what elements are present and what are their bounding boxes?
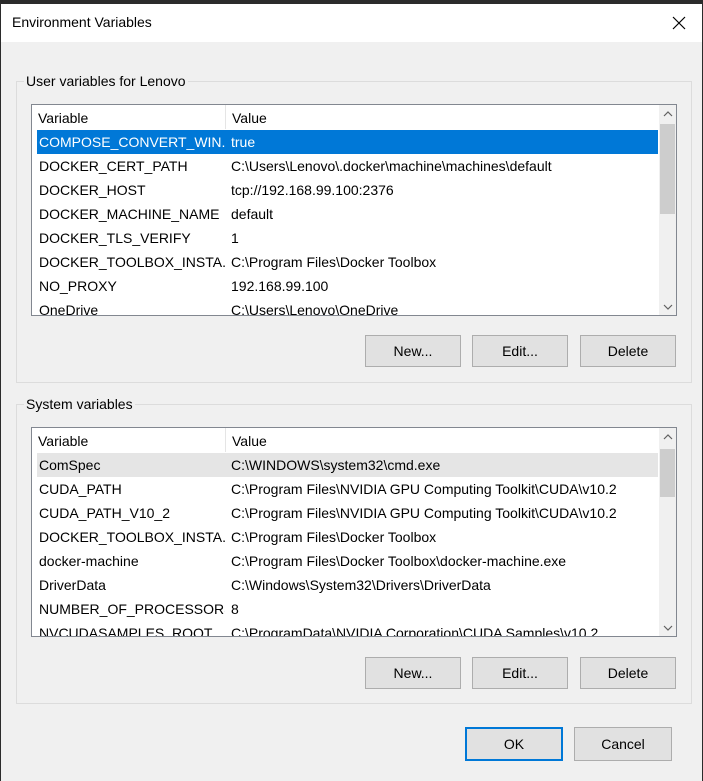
variable-value: C:\Windows\System32\Drivers\DriverData (231, 577, 491, 593)
variable-value: C:\Users\Lenovo\OneDrive (231, 302, 399, 315)
user-edit-button[interactable]: Edit... (472, 335, 568, 367)
variable-name: CUDA_PATH (39, 481, 122, 497)
title-bar: Environment Variables (1, 4, 702, 42)
table-row[interactable]: DOCKER_TOOLBOX_INSTA... C:\Program Files\… (37, 525, 658, 549)
variable-value: C:\Program Files\Docker Toolbox (231, 529, 437, 545)
variable-value: true (231, 134, 256, 150)
scroll-down-icon[interactable] (659, 619, 676, 636)
system-edit-button[interactable]: Edit... (472, 657, 568, 689)
cancel-button[interactable]: Cancel (574, 727, 672, 761)
user-new-button[interactable]: New... (365, 335, 461, 367)
table-row[interactable]: docker-machine C:\Program Files\Docker To… (37, 549, 658, 573)
variable-name: COMPOSE_CONVERT_WIN... (39, 134, 225, 150)
user-variables-label: User variables for Lenovo (24, 73, 188, 89)
variable-name: DOCKER_TLS_VERIFY (39, 230, 191, 246)
user-variables-list[interactable]: Variable Value COMPOSE_CONVERT_WIN... tru… (31, 104, 677, 316)
variable-value: 1 (231, 230, 239, 246)
system-variables-label: System variables (24, 396, 135, 412)
window-title: Environment Variables (12, 14, 152, 30)
system-variables-group: System variables Variable Value ComSpec C… (16, 396, 692, 704)
variable-name: DOCKER_TOOLBOX_INSTA... (39, 254, 225, 270)
environment-variables-dialog: Environment Variables User variables for… (1, 4, 702, 781)
table-row[interactable]: NUMBER_OF_PROCESSORS 8 (37, 597, 658, 621)
table-row[interactable]: CUDA_PATH_V10_2 C:\Program Files\NVIDIA G… (37, 501, 658, 525)
close-icon (672, 16, 686, 30)
table-row[interactable]: NO_PROXY 192.168.99.100 (37, 274, 658, 298)
variable-name: DOCKER_HOST (39, 182, 146, 198)
scroll-down-icon[interactable] (659, 298, 676, 315)
system-list-header: Variable Value (32, 428, 659, 452)
variable-value: 192.168.99.100 (231, 278, 329, 294)
variable-value: C:\Program Files\Docker Toolbox\docker-m… (231, 553, 567, 569)
variable-name: NVCUDASAMPLES_ROOT (39, 625, 213, 636)
table-row[interactable]: CUDA_PATH C:\Program Files\NVIDIA GPU Com… (37, 477, 658, 501)
user-variables-group: User variables for Lenovo Variable Value… (16, 73, 692, 383)
table-row[interactable]: DOCKER_TLS_VERIFY 1 (37, 226, 658, 250)
variable-name: DOCKER_MACHINE_NAME (39, 206, 220, 222)
ok-button[interactable]: OK (465, 727, 563, 761)
variable-value: C:\Users\Lenovo\.docker\machine\machines… (231, 158, 552, 174)
column-header-variable[interactable]: Variable (32, 428, 226, 452)
system-delete-button[interactable]: Delete (580, 657, 676, 689)
variable-value: 8 (231, 601, 239, 617)
system-new-button[interactable]: New... (365, 657, 461, 689)
variable-value: C:\WINDOWS\system32\cmd.exe (231, 457, 441, 473)
table-row[interactable]: DriverData C:\Windows\System32\Drivers\Dr… (37, 573, 658, 597)
variable-value: C:\Program Files\Docker Toolbox (231, 254, 437, 270)
table-row[interactable]: NVCUDASAMPLES_ROOT C:\ProgramData\NVIDIA … (37, 621, 658, 636)
table-row[interactable]: DOCKER_HOST tcp://192.168.99.100:2376 (37, 178, 658, 202)
variable-value: C:\Program Files\NVIDIA GPU Computing To… (231, 505, 617, 521)
variable-name: ComSpec (39, 457, 101, 473)
system-list-rows: ComSpec C:\WINDOWS\system32\cmd.exe CUDA_P… (37, 453, 658, 636)
system-variables-list[interactable]: Variable Value ComSpec C:\WINDOWS\system3… (31, 427, 677, 637)
variable-name: DOCKER_CERT_PATH (39, 158, 188, 174)
variable-value: tcp://192.168.99.100:2376 (231, 182, 394, 198)
variable-value: C:\ProgramData\NVIDIA Corporation\CUDA S… (231, 625, 599, 636)
variable-value: default (231, 206, 274, 222)
user-list-header: Variable Value (32, 105, 659, 129)
table-row[interactable]: DOCKER_CERT_PATH C:\Users\Lenovo\.docker\… (37, 154, 658, 178)
table-row[interactable]: DOCKER_MACHINE_NAME default (37, 202, 658, 226)
variable-name: NUMBER_OF_PROCESSORS (39, 601, 225, 617)
table-row[interactable]: COMPOSE_CONVERT_WIN... true (37, 130, 658, 154)
scroll-thumb[interactable] (660, 449, 675, 497)
variable-name: NO_PROXY (39, 278, 117, 294)
variable-value: C:\Program Files\NVIDIA GPU Computing To… (231, 481, 617, 497)
variable-name: CUDA_PATH_V10_2 (39, 505, 170, 521)
scroll-up-icon[interactable] (659, 105, 676, 122)
table-row[interactable]: ComSpec C:\WINDOWS\system32\cmd.exe (37, 453, 658, 477)
scroll-up-icon[interactable] (659, 428, 676, 445)
variable-name: docker-machine (39, 553, 139, 569)
variable-name: OneDrive (39, 302, 99, 315)
column-header-value[interactable]: Value (226, 105, 656, 129)
close-button[interactable] (656, 4, 702, 42)
variable-name: DOCKER_TOOLBOX_INSTA... (39, 529, 225, 545)
table-row[interactable]: DOCKER_TOOLBOX_INSTA... C:\Program Files\… (37, 250, 658, 274)
table-row[interactable]: OneDrive C:\Users\Lenovo\OneDrive (37, 298, 658, 315)
column-header-variable[interactable]: Variable (32, 105, 226, 129)
user-list-rows: COMPOSE_CONVERT_WIN... true DOCKER_CERT_PA… (37, 130, 658, 315)
user-delete-button[interactable]: Delete (580, 335, 676, 367)
column-header-value[interactable]: Value (226, 428, 656, 452)
variable-name: DriverData (39, 577, 106, 593)
user-list-scrollbar[interactable] (659, 105, 676, 315)
system-list-scrollbar[interactable] (659, 428, 676, 636)
scroll-thumb[interactable] (660, 124, 675, 214)
